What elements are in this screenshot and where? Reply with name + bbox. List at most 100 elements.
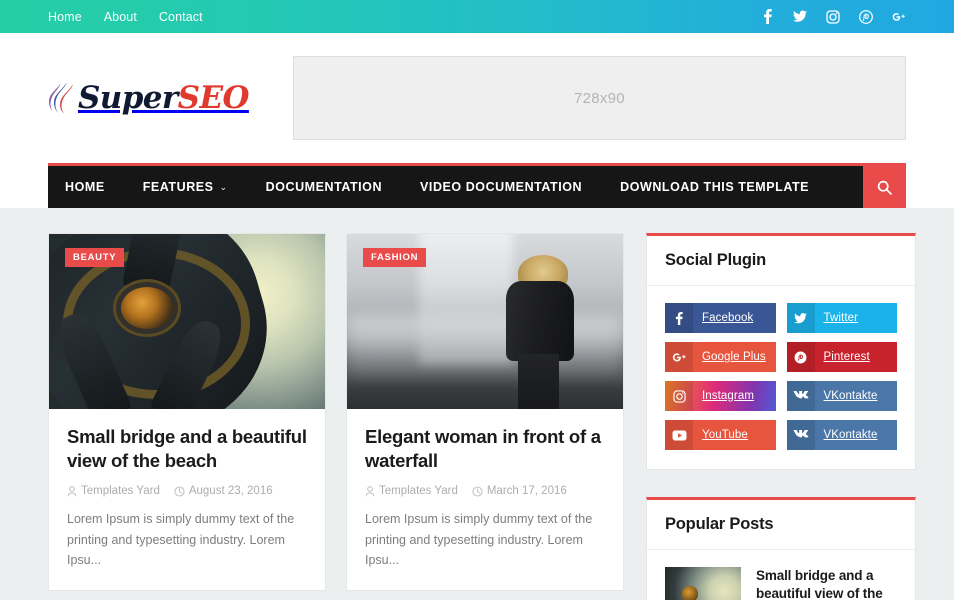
google-plus-icon[interactable] bbox=[892, 10, 906, 24]
social-button-label: Twitter bbox=[823, 312, 859, 324]
clock-icon bbox=[174, 486, 185, 497]
user-icon bbox=[67, 485, 77, 497]
post-thumbnail[interactable]: BEAUTY bbox=[49, 234, 325, 409]
user-icon bbox=[365, 485, 375, 497]
post-title[interactable]: Small bridge and a beautiful view of the… bbox=[67, 425, 307, 472]
social-button-instagram[interactable]: Instagram bbox=[665, 381, 776, 411]
post-date-text: August 23, 2016 bbox=[188, 485, 273, 498]
post-grid: BEAUTY Small bridge and a beautiful view… bbox=[48, 233, 624, 597]
social-button-twitter[interactable]: Twitter bbox=[786, 303, 897, 333]
content-area: BEAUTY Small bridge and a beautiful view… bbox=[0, 208, 954, 600]
photographer-figure bbox=[493, 255, 587, 409]
post-meta: Templates Yard August 23, 2016 bbox=[67, 485, 307, 497]
post-author: Templates Yard bbox=[365, 485, 458, 497]
post-card[interactable]: FASHION Elegant woman in front of a wate… bbox=[346, 233, 624, 592]
facebook-icon bbox=[665, 303, 693, 333]
post-author: Templates Yard bbox=[67, 485, 160, 497]
post-author-name: Templates Yard bbox=[379, 485, 458, 498]
popular-post-title[interactable]: Small bridge and a beautiful view of the… bbox=[756, 567, 897, 600]
top-bar: Home About Contact bbox=[0, 0, 954, 33]
nav-item-download-this-template[interactable]: DOWNLOAD THIS TEMPLATE bbox=[601, 166, 828, 208]
social-button-label: VKontakte bbox=[823, 429, 878, 441]
post-date: August 23, 2016 bbox=[174, 485, 273, 497]
nav-item-features[interactable]: FEATURES ⌄ bbox=[124, 166, 247, 208]
widget-title: Social Plugin bbox=[647, 236, 915, 286]
logo-wordmark: SuperSEO bbox=[78, 79, 250, 116]
social-button-label: Facebook bbox=[702, 312, 754, 324]
post-thumbnail[interactable]: FASHION bbox=[347, 234, 623, 409]
nav-item-home[interactable]: HOME bbox=[48, 166, 124, 208]
social-button-label: Pinterest bbox=[823, 351, 870, 363]
social-button-youtube[interactable]: YouTube bbox=[665, 420, 776, 450]
social-button-label: Instagram bbox=[702, 390, 755, 402]
youtube-icon bbox=[665, 420, 693, 450]
widget-title: Popular Posts bbox=[647, 500, 915, 550]
nav-item-video-documentation[interactable]: VIDEO DOCUMENTATION bbox=[401, 166, 601, 208]
ad-banner-placeholder: 728x90 bbox=[292, 56, 906, 140]
vkontakte-icon bbox=[786, 381, 815, 411]
instagram-icon bbox=[665, 381, 693, 411]
figure-vest bbox=[506, 281, 574, 362]
social-button-label: YouTube bbox=[702, 429, 748, 441]
popular-post-text: Small bridge and a beautiful view of the… bbox=[756, 567, 897, 600]
social-button-label: Google Plus bbox=[702, 351, 766, 363]
figure-legs bbox=[517, 353, 559, 409]
top-nav-item-about[interactable]: About bbox=[104, 10, 137, 24]
post-meta: Templates Yard March 17, 2016 bbox=[365, 485, 605, 497]
nav-item-label: VIDEO DOCUMENTATION bbox=[420, 180, 583, 194]
site-header: SuperSEO 728x90 bbox=[0, 33, 954, 163]
top-nav-item-home[interactable]: Home bbox=[48, 10, 82, 24]
flame-logo-icon bbox=[48, 81, 74, 115]
site-logo[interactable]: SuperSEO bbox=[48, 79, 250, 116]
post-body: Small bridge and a beautiful view of the… bbox=[49, 409, 325, 590]
post-date: March 17, 2016 bbox=[472, 485, 567, 497]
popular-post-thumbnail[interactable] bbox=[665, 567, 741, 600]
social-button-vkontakte[interactable]: VKontakte bbox=[786, 420, 897, 450]
social-button-pinterest[interactable]: Pinterest bbox=[786, 342, 897, 372]
search-button[interactable] bbox=[863, 166, 906, 208]
top-nav-item-contact[interactable]: Contact bbox=[159, 10, 203, 24]
post-body: Elegant woman in front of a waterfall Te… bbox=[347, 409, 623, 590]
widget-body: Facebook Twitter Google Plus Pinterest I… bbox=[647, 286, 915, 469]
social-button-vkontakte[interactable]: VKontakte bbox=[786, 381, 897, 411]
facebook-icon[interactable] bbox=[760, 9, 774, 24]
post-category-tag[interactable]: BEAUTY bbox=[65, 248, 125, 267]
nav-item-label: DOWNLOAD THIS TEMPLATE bbox=[620, 180, 810, 194]
search-icon bbox=[877, 180, 892, 195]
social-button-facebook[interactable]: Facebook bbox=[665, 303, 776, 333]
post-excerpt: Lorem Ipsum is simply dummy text of the … bbox=[67, 512, 295, 567]
top-social-links bbox=[760, 9, 906, 24]
pinterest-icon bbox=[786, 342, 815, 372]
twitter-icon[interactable] bbox=[793, 10, 807, 24]
top-nav: Home About Contact bbox=[48, 10, 203, 24]
nav-item-documentation[interactable]: DOCUMENTATION bbox=[247, 166, 401, 208]
main-nav-wrapper: HOME FEATURES ⌄ DOCUMENTATION VIDEO DOCUM… bbox=[0, 163, 954, 208]
twitter-icon bbox=[786, 303, 815, 333]
pinterest-icon[interactable] bbox=[859, 9, 873, 24]
social-plugin-widget: Social Plugin Facebook Twitter Google Pl… bbox=[646, 233, 916, 470]
nav-item-label: DOCUMENTATION bbox=[265, 180, 383, 194]
vkontakte-icon bbox=[786, 420, 815, 450]
post-date-text: March 17, 2016 bbox=[486, 485, 567, 498]
popular-posts-widget: Popular Posts Small bridge and a beautif… bbox=[646, 497, 916, 600]
social-button-google-plus[interactable]: Google Plus bbox=[665, 342, 776, 372]
main-nav: HOME FEATURES ⌄ DOCUMENTATION VIDEO DOCUM… bbox=[48, 163, 906, 208]
clock-icon bbox=[472, 486, 483, 497]
logo-text-super: Super bbox=[78, 79, 178, 116]
google-plus-icon bbox=[665, 342, 693, 372]
post-author-name: Templates Yard bbox=[81, 485, 160, 498]
post-title[interactable]: Elegant woman in front of a waterfall bbox=[365, 425, 605, 472]
social-button-grid: Facebook Twitter Google Plus Pinterest I… bbox=[665, 303, 897, 450]
social-button-label: VKontakte bbox=[823, 390, 878, 402]
popular-post-item[interactable]: Small bridge and a beautiful view of the… bbox=[647, 550, 915, 600]
post-card[interactable]: BEAUTY Small bridge and a beautiful view… bbox=[48, 233, 326, 592]
logo-text-seo: SEO bbox=[177, 79, 250, 116]
chevron-down-icon: ⌄ bbox=[219, 181, 228, 192]
nav-item-label: FEATURES bbox=[142, 180, 214, 194]
instagram-icon[interactable] bbox=[826, 9, 840, 24]
main-nav-items: HOME FEATURES ⌄ DOCUMENTATION VIDEO DOCUM… bbox=[48, 166, 828, 208]
post-category-tag[interactable]: FASHION bbox=[363, 248, 427, 267]
post-excerpt: Lorem Ipsum is simply dummy text of the … bbox=[365, 512, 593, 567]
ad-banner-label: 728x90 bbox=[573, 89, 625, 107]
propeller-photo-small bbox=[665, 567, 741, 600]
